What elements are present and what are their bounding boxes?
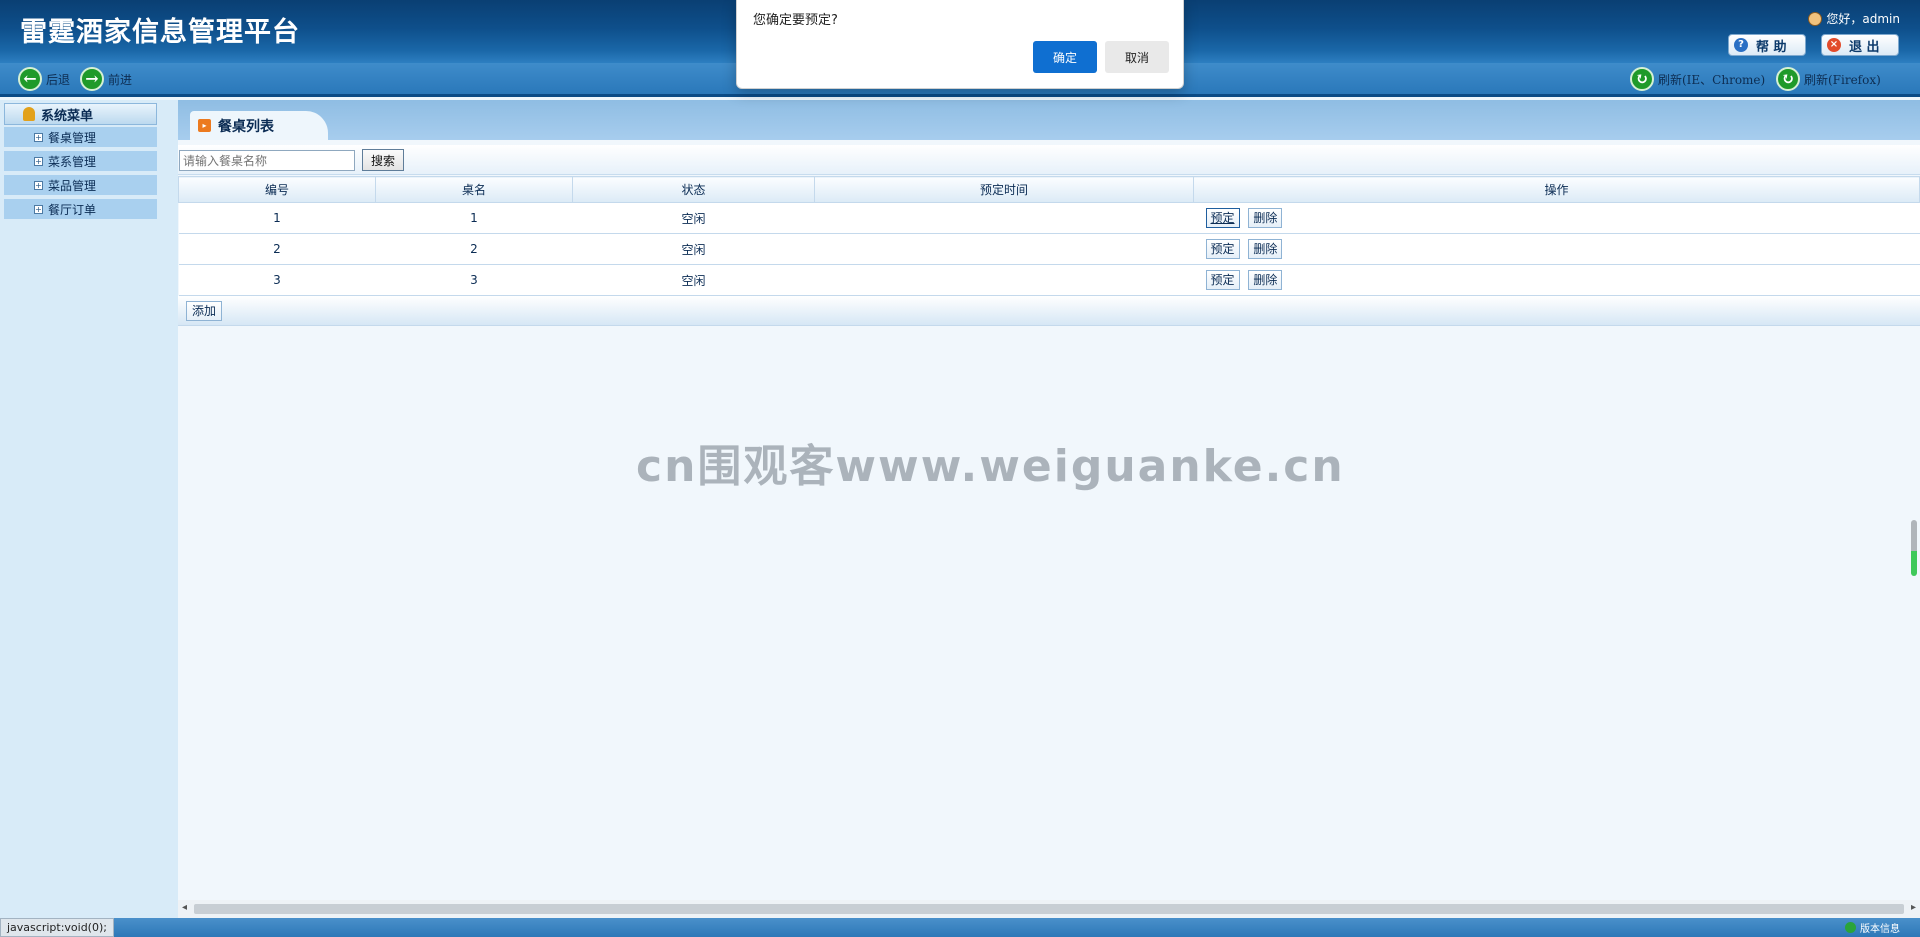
cell-reserve-time [814, 264, 1194, 296]
search-input[interactable] [179, 150, 355, 171]
plus-icon: + [34, 204, 43, 214]
sidebar-header-label: 系统菜单 [41, 108, 94, 124]
reserve-button[interactable]: 预定 [1205, 270, 1240, 290]
cell-id: 3 [178, 264, 376, 296]
delete-button[interactable]: 删除 [1248, 239, 1283, 259]
arrow-left-icon: ← [18, 67, 42, 91]
sidebar-item-label: 餐厅订单 [48, 202, 97, 217]
sidebar-item-label: 菜品管理 [48, 178, 97, 193]
watermark-text: cn围观客www.weiguanke.cn [636, 441, 1345, 492]
horizontal-scrollbar[interactable]: ◂ ▸ [178, 900, 1920, 918]
scrollbar-thumb[interactable] [194, 904, 1904, 914]
table-row: 3 3 空闲 预定 删除 [178, 264, 1920, 296]
back-label: 后退 [46, 72, 71, 87]
sidebar: 系统菜单 + 餐桌管理 + 菜系管理 + 菜品管理 + 餐厅订单 [0, 100, 178, 918]
list-icon: ▸ [198, 119, 211, 132]
greeting-text: 您好，admin [1826, 12, 1900, 26]
table-list: 编号 桌名 状态 预定时间 操作 1 1 空闲 预定 删除 2 2 空闲 预定 … [178, 176, 1920, 296]
cell-status: 空闲 [572, 233, 815, 265]
plus-icon: + [34, 132, 43, 142]
refresh-ie-label: 刷新(IE、Chrome) [1658, 72, 1766, 87]
logout-label: 退 出 [1849, 39, 1880, 55]
forward-label: 前进 [108, 72, 133, 87]
refresh-firefox-button[interactable]: ↻ 刷新(Firefox) [1776, 67, 1881, 91]
confirm-ok-button[interactable]: 确定 [1033, 41, 1097, 73]
version-label: 版本信息 [1860, 924, 1900, 935]
confirm-cancel-button[interactable]: 取消 [1105, 41, 1169, 73]
status-url: javascript:void(0); [0, 918, 114, 937]
refresh-ff-label: 刷新(Firefox) [1804, 72, 1881, 87]
sidebar-item-label: 餐桌管理 [48, 130, 97, 145]
search-bar: 搜索 [178, 145, 1920, 175]
column-header-status: 状态 [572, 176, 815, 203]
search-button[interactable]: 搜索 [362, 149, 404, 171]
cell-actions: 预定 删除 [1193, 202, 1920, 234]
user-greeting: 您好，admin [1808, 10, 1900, 27]
sidebar-header[interactable]: 系统菜单 [4, 103, 157, 125]
cell-reserve-time [814, 233, 1194, 265]
plus-icon: + [34, 180, 43, 190]
cell-name: 3 [375, 264, 573, 296]
back-button[interactable]: ← 后退 [18, 67, 70, 91]
cell-name: 1 [375, 202, 573, 234]
delete-button[interactable]: 删除 [1248, 208, 1283, 228]
scroll-left-icon[interactable]: ◂ [182, 902, 187, 913]
column-header-id: 编号 [178, 176, 376, 203]
column-header-reserve-time: 预定时间 [814, 176, 1194, 203]
sidebar-item-table-management[interactable]: + 餐桌管理 [4, 127, 157, 148]
logout-icon: × [1827, 38, 1841, 52]
cell-reserve-time [814, 202, 1194, 234]
logout-button[interactable]: × 退 出 [1821, 34, 1899, 56]
delete-button[interactable]: 删除 [1248, 270, 1283, 290]
help-icon: ? [1734, 38, 1748, 52]
table-row: 2 2 空闲 预定 删除 [178, 233, 1920, 265]
vertical-scroll-indicator[interactable] [1911, 520, 1917, 576]
version-info[interactable]: 版本信息 [1845, 920, 1900, 935]
menu-icon [23, 107, 35, 121]
plus-icon: + [34, 156, 43, 166]
column-header-actions: 操作 [1193, 176, 1920, 203]
arrow-right-icon: → [80, 67, 104, 91]
main-content: ▸ 餐桌列表 搜索 编号 桌名 状态 预定时间 操作 1 1 空闲 [178, 100, 1920, 918]
cell-actions: 预定 删除 [1193, 264, 1920, 296]
sidebar-item-cuisine-management[interactable]: + 菜系管理 [4, 151, 157, 172]
cell-actions: 预定 删除 [1193, 233, 1920, 265]
help-label: 帮 助 [1756, 39, 1787, 55]
refresh-icon: ↻ [1776, 67, 1800, 91]
table-header-row: 编号 桌名 状态 预定时间 操作 [178, 176, 1920, 203]
cell-status: 空闲 [572, 264, 815, 296]
help-button[interactable]: ? 帮 助 [1728, 34, 1806, 56]
add-button[interactable]: 添加 [186, 301, 223, 321]
app-title: 雷霆酒家信息管理平台 [20, 17, 300, 48]
tab-table-list[interactable]: ▸ 餐桌列表 [190, 111, 328, 140]
add-bar: 添加 [178, 296, 1920, 326]
info-icon [1845, 922, 1856, 933]
sidebar-item-orders[interactable]: + 餐厅订单 [4, 199, 157, 220]
reserve-button[interactable]: 预定 [1205, 239, 1240, 259]
reserve-button[interactable]: 预定 [1205, 208, 1240, 228]
column-header-name: 桌名 [375, 176, 573, 203]
sidebar-item-dish-management[interactable]: + 菜品管理 [4, 175, 157, 196]
cell-status: 空闲 [572, 202, 815, 234]
scroll-right-icon[interactable]: ▸ [1911, 902, 1916, 913]
refresh-icon: ↻ [1630, 67, 1654, 91]
cell-id: 1 [178, 202, 376, 234]
tab-label: 餐桌列表 [218, 118, 274, 135]
tab-bar: ▸ 餐桌列表 [178, 100, 1920, 140]
refresh-ie-button[interactable]: ↻ 刷新(IE、Chrome) [1630, 67, 1765, 91]
sidebar-item-label: 菜系管理 [48, 154, 97, 169]
user-icon [1808, 11, 1823, 26]
cell-name: 2 [375, 233, 573, 265]
status-bar: javascript:void(0); 版本信息 [0, 918, 1920, 937]
cell-id: 2 [178, 233, 376, 265]
dialog-message: 您确定要预定? [753, 13, 838, 28]
confirm-dialog: 您确定要预定? 确定 取消 [736, 0, 1184, 89]
table-row: 1 1 空闲 预定 删除 [178, 202, 1920, 234]
forward-button[interactable]: → 前进 [80, 67, 132, 91]
